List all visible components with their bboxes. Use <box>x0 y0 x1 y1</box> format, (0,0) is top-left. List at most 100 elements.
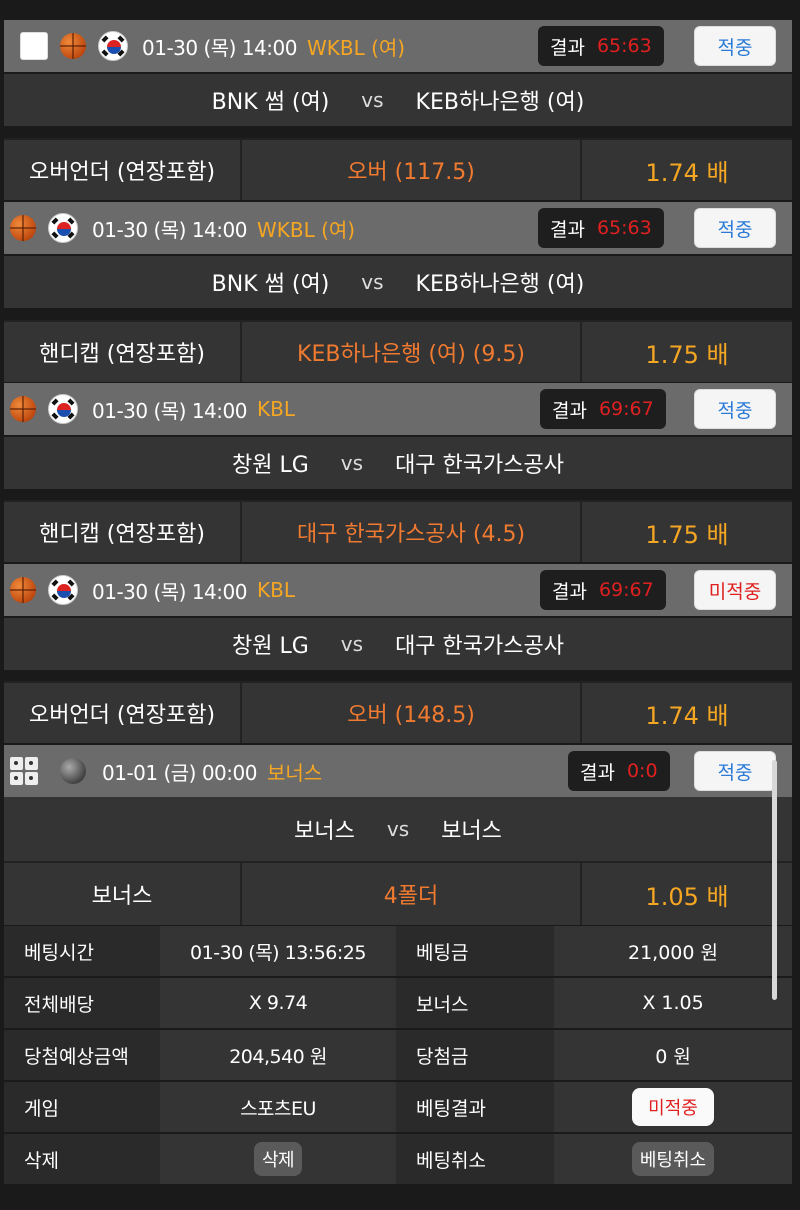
market-type: 보너스 <box>4 863 242 925</box>
pick-row: 보너스 4폴더 1.05 배 <box>4 861 792 925</box>
delete-button[interactable]: 삭제 <box>253 1142 303 1176</box>
pick-odds: 1.75 배 <box>645 520 729 549</box>
league-name: 보너스 <box>266 760 323 785</box>
winnings-value: 0 원 <box>554 1030 792 1080</box>
top-bar <box>0 0 800 20</box>
vs-label: vs <box>340 451 364 475</box>
total-odds-label: 전체배당 <box>4 978 160 1028</box>
pick-selection: 대구 한국가스공사 (4.5) <box>242 502 582 562</box>
pick-odds: 1.74 배 <box>645 158 729 187</box>
away-team: KEB하나은행 (여) <box>415 90 585 115</box>
status-badge: 적중 <box>694 26 776 66</box>
bet-summary-table: 베팅시간 01-30 (목) 13:56:25 베팅금 21,000 원 전체배… <box>4 926 792 1186</box>
bonus-label: 보너스 <box>396 978 554 1028</box>
match-datetime: 01-30 (목) 14:00 <box>92 579 247 604</box>
scrollbar[interactable] <box>772 760 777 1000</box>
korea-flag-icon <box>98 31 128 61</box>
bet-result-label: 베팅결과 <box>396 1082 554 1132</box>
bet-result-cell: 미적중 <box>554 1082 792 1132</box>
home-team: BNK 썸 (여) <box>211 272 330 297</box>
market-type: 오버언더 (연장포함) <box>4 140 242 200</box>
away-team: 대구 한국가스공사 <box>395 453 564 478</box>
expected-win-value: 204,540 원 <box>160 1030 396 1080</box>
match-teams: BNK 썸 (여) vs KEB하나은행 (여) <box>4 256 792 308</box>
basketball-icon <box>10 396 36 422</box>
result-score: 65:63 <box>596 217 652 239</box>
vs-label: vs <box>386 817 410 841</box>
away-team: 대구 한국가스공사 <box>395 634 564 659</box>
bet-header: 01-30 (목) 14:00 WKBL (여) 결과 65:63 적중 <box>4 20 792 72</box>
summary-row: 삭제 삭제 베팅취소 베팅취소 <box>4 1134 792 1186</box>
result-box: 결과 65:63 <box>538 26 664 66</box>
dice-icon <box>10 757 38 785</box>
match-teams: 보너스 vs 보너스 <box>4 797 792 861</box>
sports-ball-icon <box>60 758 86 784</box>
pick-odds: 1.05 배 <box>645 882 729 911</box>
result-label: 결과 <box>580 761 615 784</box>
korea-flag-icon <box>48 575 78 605</box>
vs-label: vs <box>361 270 384 294</box>
result-label: 결과 <box>552 580 587 603</box>
bet-time-label: 베팅시간 <box>4 926 160 976</box>
bet-result-badge: 미적중 <box>632 1088 714 1126</box>
bet-header: 01-30 (목) 14:00 KBL 결과 69:67 적중 <box>4 383 792 435</box>
pick-selection: 오버 (117.5) <box>242 140 582 200</box>
vs-label: vs <box>340 632 364 656</box>
select-checkbox[interactable] <box>20 32 48 60</box>
pick-odds: 1.75 배 <box>645 340 729 369</box>
match-teams: BNK 썸 (여) vs KEB하나은행 (여) <box>4 74 792 126</box>
cancel-label: 베팅취소 <box>396 1134 554 1184</box>
match-datetime: 01-30 (목) 14:00 <box>92 217 247 242</box>
bonus-value: X 1.05 <box>554 978 792 1028</box>
match-datetime: 01-30 (목) 14:00 <box>92 398 247 423</box>
result-box: 결과 69:67 <box>540 570 666 610</box>
away-team: 보너스 <box>441 819 502 844</box>
pick-row: 핸디캡 (연장포함) 대구 한국가스공사 (4.5) 1.75 배 <box>4 500 792 562</box>
status-badge: 적중 <box>694 208 776 248</box>
result-label: 결과 <box>550 36 585 59</box>
basketball-icon <box>10 215 36 241</box>
winnings-label: 당첨금 <box>396 1030 554 1080</box>
basketball-icon <box>60 33 86 59</box>
summary-row: 게임 스포츠EU 베팅결과 미적중 <box>4 1082 792 1134</box>
expected-win-label: 당첨예상금액 <box>4 1030 160 1080</box>
game-label: 게임 <box>4 1082 160 1132</box>
home-team: 창원 LG <box>232 453 309 478</box>
pick-row: 오버언더 (연장포함) 오버 (148.5) 1.74 배 <box>4 681 792 743</box>
bet-amount-value: 21,000 원 <box>554 926 792 976</box>
pick-odds: 1.74 배 <box>645 701 729 730</box>
result-score: 69:67 <box>598 398 654 420</box>
bet-header: 01-30 (목) 14:00 WKBL (여) 결과 65:63 적중 <box>4 202 792 254</box>
basketball-icon <box>10 577 36 603</box>
status-badge: 적중 <box>694 389 776 429</box>
korea-flag-icon <box>48 213 78 243</box>
market-type: 핸디캡 (연장포함) <box>4 322 242 382</box>
pick-selection: KEB하나은행 (여) (9.5) <box>242 322 582 382</box>
match-teams: 창원 LG vs 대구 한국가스공사 <box>4 437 792 489</box>
league-name: WKBL (여) <box>256 217 356 242</box>
result-score: 65:63 <box>596 35 652 57</box>
result-label: 결과 <box>550 218 585 241</box>
league-name: KBL <box>256 397 295 421</box>
league-name: WKBL (여) <box>306 35 406 60</box>
bet-time-value: 01-30 (목) 13:56:25 <box>160 926 396 976</box>
home-team: 창원 LG <box>232 634 309 659</box>
delete-label: 삭제 <box>4 1134 160 1184</box>
result-label: 결과 <box>552 399 587 422</box>
cancel-cell: 베팅취소 <box>554 1134 792 1184</box>
bet-header: 01-30 (목) 14:00 KBL 결과 69:67 미적중 <box>4 564 792 616</box>
market-type: 오버언더 (연장포함) <box>4 683 242 743</box>
match-datetime: 01-30 (목) 14:00 <box>142 35 297 60</box>
pick-selection: 오버 (148.5) <box>242 683 582 743</box>
summary-row: 전체배당 X 9.74 보너스 X 1.05 <box>4 978 792 1030</box>
bet-amount-label: 베팅금 <box>396 926 554 976</box>
total-odds-value: X 9.74 <box>160 978 396 1028</box>
game-value: 스포츠EU <box>160 1082 396 1132</box>
delete-cell: 삭제 <box>160 1134 396 1184</box>
summary-row: 베팅시간 01-30 (목) 13:56:25 베팅금 21,000 원 <box>4 926 792 978</box>
status-badge: 적중 <box>694 751 776 791</box>
bet-header: 01-01 (금) 00:00 보너스 결과 0:0 적중 <box>4 745 792 797</box>
result-box: 결과 0:0 <box>568 751 670 791</box>
cancel-bet-button[interactable]: 베팅취소 <box>631 1142 715 1176</box>
home-team: 보너스 <box>294 819 355 844</box>
